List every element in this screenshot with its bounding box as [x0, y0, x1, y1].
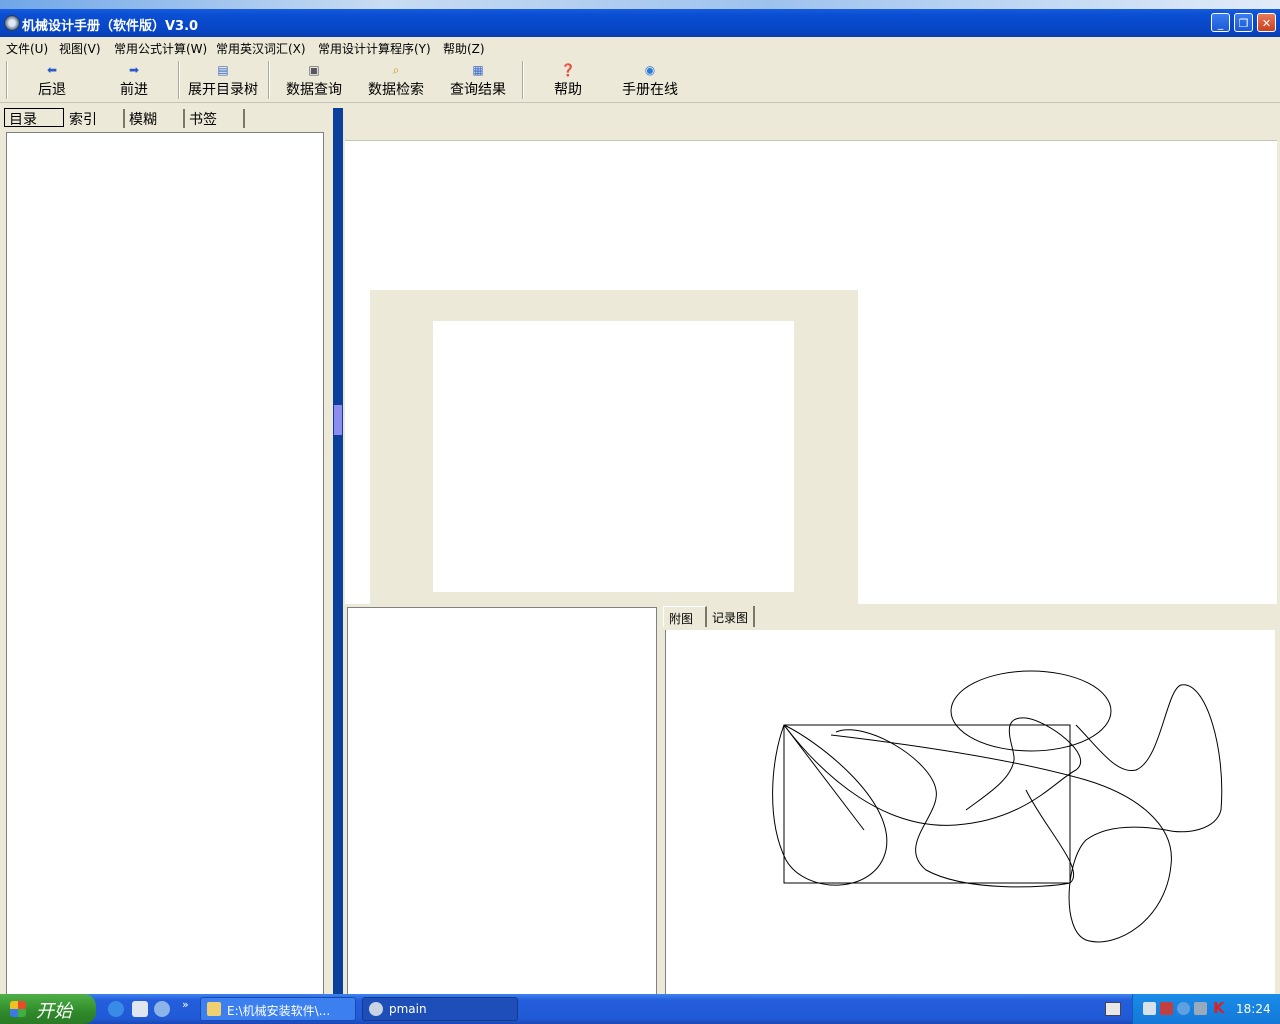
menu-design-programs[interactable]: 常用设计计算程序(Y)	[318, 40, 431, 57]
shield-icon[interactable]	[1177, 1002, 1190, 1015]
tab-index[interactable]: 索引	[65, 109, 125, 128]
ie-icon[interactable]	[108, 1001, 124, 1017]
restore-button[interactable]: ❐	[1234, 13, 1253, 32]
media-icon[interactable]	[154, 1001, 170, 1017]
back-arrow-icon: ⬅	[46, 63, 58, 77]
results-icon: ▦	[472, 63, 484, 77]
document-page	[433, 321, 794, 592]
forward-arrow-icon: ➡	[128, 63, 140, 77]
back-button[interactable]: ⬅ 后退	[30, 63, 74, 99]
minimize-button[interactable]: _	[1211, 13, 1230, 32]
toolbar: ⬅ 后退 ➡ 前进 ▤ 展开目录树 ▣ 数据查询 ⌕ 数据检索 ▦ 查询结果 ❓…	[0, 57, 1280, 103]
tab-bookmarks[interactable]: 书签	[185, 109, 245, 128]
close-button[interactable]: ✕	[1257, 13, 1276, 32]
sketch-curve	[830, 734, 1172, 943]
forward-button[interactable]: ➡ 前进	[112, 63, 156, 99]
splitter-handle[interactable]	[334, 405, 342, 435]
sketch-drawing	[772, 670, 1223, 943]
clock: 18:24	[1236, 1002, 1271, 1016]
query-results-label: 查询结果	[450, 82, 506, 98]
sketch-curve	[1075, 684, 1223, 833]
help-icon: ❓	[560, 63, 576, 77]
search-icon: ⌕	[392, 63, 400, 77]
online-button[interactable]: ◉ 手册在线	[618, 63, 682, 99]
help-label: 帮助	[554, 82, 582, 98]
panel-splitter[interactable]	[333, 108, 343, 996]
expand-tree-button[interactable]: ▤ 展开目录树	[184, 63, 262, 99]
menu-vocabulary[interactable]: 常用英汉词汇(X)	[216, 40, 306, 57]
start-button[interactable]: 开始	[0, 994, 96, 1024]
antivirus-icon[interactable]: K	[1213, 999, 1225, 1017]
folder-icon	[207, 1002, 221, 1016]
help-button[interactable]: ❓ 帮助	[546, 63, 590, 99]
desktop-strip	[0, 0, 1280, 9]
sketch-curve	[772, 724, 888, 886]
data-query-label: 数据查询	[286, 82, 342, 98]
content-header	[345, 108, 1277, 141]
menu-formulas[interactable]: 常用公式计算(W)	[114, 40, 207, 57]
app-icon	[369, 1002, 383, 1016]
result-list[interactable]	[347, 607, 657, 997]
toolbar-separator	[268, 61, 270, 99]
app-icon[interactable]	[4, 15, 20, 31]
tab-fuzzy[interactable]: 模糊	[125, 109, 185, 128]
figure-canvas[interactable]	[665, 630, 1275, 996]
network-icon[interactable]	[1160, 1002, 1173, 1015]
toolbar-separator	[178, 61, 180, 99]
task-explorer[interactable]: E:\机械安装软件\...	[200, 997, 356, 1021]
search-icon[interactable]	[1143, 1002, 1156, 1015]
tab-attached-figure[interactable]: 附图	[663, 606, 707, 627]
volume-icon[interactable]	[1194, 1002, 1207, 1015]
back-label: 后退	[38, 82, 66, 98]
task-pmain-label: pmain	[389, 1002, 427, 1016]
windows-flag-icon	[10, 1001, 26, 1017]
menu-view[interactable]: 视图(V)	[59, 40, 101, 57]
task-pmain[interactable]: pmain	[362, 997, 518, 1021]
data-search-label: 数据检索	[368, 82, 424, 98]
expand-tree-label: 展开目录树	[188, 82, 258, 98]
desktop-icon[interactable]	[132, 1001, 148, 1017]
forward-label: 前进	[120, 82, 148, 98]
start-label: 开始	[36, 1001, 72, 1022]
query-icon: ▣	[308, 63, 320, 77]
tab-record-figure[interactable]: 记录图	[707, 606, 755, 627]
figure-tab-strip: 附图 记录图	[663, 606, 1277, 628]
toolbar-separator	[522, 61, 524, 99]
data-search-button[interactable]: ⌕ 数据检索	[364, 63, 428, 99]
data-query-button[interactable]: ▣ 数据查询	[282, 63, 346, 99]
quicklaunch-more-icon[interactable]: »	[182, 998, 189, 1011]
tab-contents[interactable]: 目录	[4, 108, 64, 128]
query-results-button[interactable]: ▦ 查询结果	[446, 63, 510, 99]
tree-icon: ▤	[217, 63, 229, 77]
menu-help[interactable]: 帮助(Z)	[443, 40, 485, 57]
keyboard-icon[interactable]	[1105, 1002, 1121, 1016]
task-explorer-label: E:\机械安装软件\...	[227, 1004, 331, 1018]
menu-file[interactable]: 文件(U)	[6, 40, 48, 57]
contents-tree[interactable]	[6, 132, 324, 996]
taskbar	[0, 994, 1280, 1024]
toolbar-separator	[6, 61, 8, 99]
sketch-ellipse	[950, 670, 1112, 752]
sketch-curve	[835, 729, 1075, 888]
menu-bar: 文件(U) 视图(V) 常用公式计算(W) 常用英汉词汇(X) 常用设计计算程序…	[0, 37, 1280, 57]
globe-icon: ◉	[644, 63, 656, 77]
window-title: 机械设计手册（软件版）V3.0	[22, 19, 199, 34]
online-label: 手册在线	[622, 82, 678, 98]
left-tab-strip: 目录 索引 模糊 书签	[4, 107, 326, 129]
